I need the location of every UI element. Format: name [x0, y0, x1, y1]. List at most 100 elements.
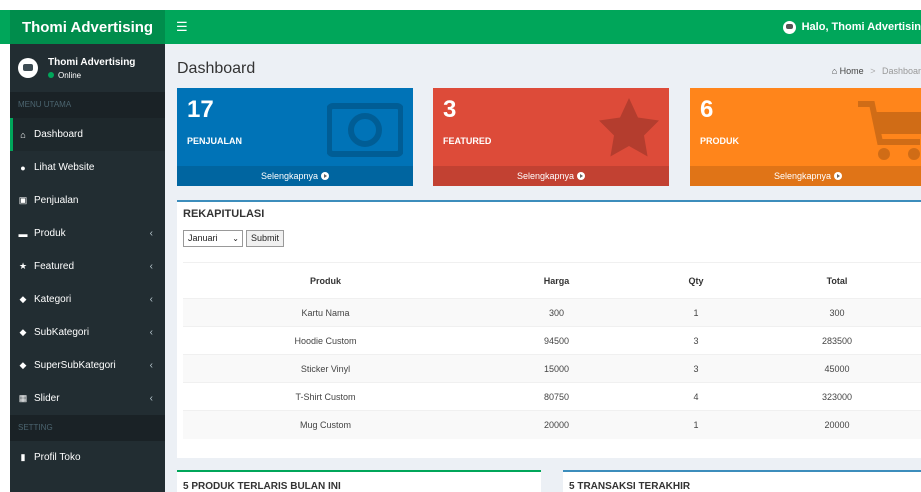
- building-icon: ▮: [20, 452, 26, 462]
- cell-harga: 80750: [468, 382, 645, 411]
- panel-title: 5 PRODUK TERLARIS BULAN INI: [183, 481, 341, 492]
- cart-icon: [858, 101, 921, 160]
- panel-title: REKAPITULASI: [183, 208, 265, 220]
- star-icon: ★: [18, 261, 28, 271]
- column-header-produk: Produk: [183, 262, 468, 299]
- sidebar-item-kategori[interactable]: ◆ Kategori ‹: [10, 283, 165, 316]
- main-content: Dashboard ⌂ Home > Dashboar 17 PENJUALAN…: [165, 44, 921, 492]
- chevron-left-icon: ‹: [149, 294, 153, 305]
- stat-value: 6: [700, 96, 714, 123]
- cell-produk: Hoodie Custom: [183, 326, 468, 355]
- cell-total: 323000: [747, 382, 921, 411]
- arrow-circle-right-icon: [321, 172, 330, 180]
- image-icon: ▦: [18, 393, 28, 403]
- stat-label: PENJUALAN: [187, 136, 243, 146]
- tag-icon: ◆: [19, 294, 27, 304]
- table-row: T-Shirt Custom 80750 4 323000: [183, 382, 921, 411]
- breadcrumb-home[interactable]: Home: [840, 66, 864, 76]
- panel-title: 5 TRANSAKSI TERAKHIR: [569, 481, 691, 492]
- column-header-harga: Harga: [468, 262, 645, 299]
- cell-harga: 300: [468, 298, 645, 327]
- cart-icon: ▬: [18, 228, 28, 239]
- hamburger-icon: ☰: [176, 19, 188, 34]
- chevron-left-icon: ‹: [149, 360, 153, 371]
- sidebar-item-supersubkategori[interactable]: ◆ SuperSubKategori ‹: [10, 349, 165, 382]
- user-status-label: Online: [58, 70, 82, 80]
- star-icon: [599, 98, 659, 157]
- chevron-left-icon: ‹: [149, 327, 153, 338]
- globe-icon: ●: [20, 162, 26, 173]
- money-icon: [327, 103, 403, 157]
- stat-box-produk: 6 PRODUK Selengkapnya: [690, 88, 921, 186]
- column-header-qty: Qty: [645, 262, 747, 299]
- sidebar-item-label: Lihat Website: [34, 162, 95, 173]
- sidebar-item-featured[interactable]: ★ Featured ‹: [10, 250, 165, 283]
- cell-qty: 3: [645, 326, 747, 355]
- online-dot-icon: [48, 72, 54, 78]
- stat-box-penjualan: 17 PENJUALAN Selengkapnya: [177, 88, 413, 186]
- sidebar-item-dashboard[interactable]: ⌂ Dashboard: [10, 118, 165, 151]
- user-avatar-icon: [782, 20, 796, 34]
- sidebar-item-label: Featured: [34, 261, 75, 272]
- arrow-circle-right-icon: [577, 172, 586, 180]
- user-panel: Thomi Advertising Online: [10, 44, 165, 92]
- sidebar-item-subkategori[interactable]: ◆ SubKategori ‹: [10, 316, 165, 349]
- sidebar: Thomi Advertising Online MENU UTAMA ⌂ Da…: [10, 44, 165, 492]
- sidebar-item-label: SuperSubKategori: [34, 360, 116, 371]
- cell-produk: Sticker Vinyl: [183, 354, 468, 383]
- recent-transactions-panel: 5 TRANSAKSI TERAKHIR: [563, 470, 921, 492]
- app-logo[interactable]: Thomi Advertising: [10, 10, 165, 44]
- stat-more-link[interactable]: Selengkapnya: [433, 166, 669, 186]
- section-setting: SETTING: [10, 415, 165, 441]
- stat-value: 17: [187, 96, 214, 123]
- cell-total: 45000: [747, 354, 921, 383]
- home-icon: ⌂: [20, 129, 26, 140]
- sidebar-item-profil-toko[interactable]: ▮ Profil Toko: [10, 441, 165, 474]
- submit-button[interactable]: Submit: [246, 230, 284, 247]
- cell-qty: 3: [645, 354, 747, 383]
- sidebar-toggle-button[interactable]: ☰: [176, 10, 188, 44]
- rekap-table: Produk Harga Qty Total Kartu Nama 300 1 …: [183, 262, 921, 439]
- money-icon: ▣: [18, 195, 28, 205]
- stat-more-label: Selengkapnya: [773, 171, 832, 181]
- sidebar-item-penjualan[interactable]: ▣ Penjualan: [10, 184, 165, 217]
- top-products-panel: 5 PRODUK TERLARIS BULAN INI: [177, 470, 541, 492]
- user-menu[interactable]: Halo, Thomi Advertisin: [782, 10, 921, 44]
- sidebar-item-label: SubKategori: [34, 327, 90, 338]
- chevron-left-icon: ‹: [149, 393, 153, 404]
- cell-total: 20000: [747, 410, 921, 439]
- tag-icon: ◆: [19, 327, 27, 337]
- breadcrumb: ⌂ Home > Dashboar: [831, 66, 921, 76]
- cell-harga: 94500: [468, 326, 645, 355]
- sidebar-item-lihat-website[interactable]: ● Lihat Website: [10, 151, 165, 184]
- stat-more-link[interactable]: Selengkapnya: [177, 166, 413, 186]
- stat-more-link[interactable]: Selengkapnya: [690, 166, 921, 186]
- sidebar-item-produk[interactable]: ▬ Produk ‹: [10, 217, 165, 250]
- sidebar-item-label: Dashboard: [34, 129, 83, 140]
- cell-harga: 15000: [468, 354, 645, 383]
- stat-label: FEATURED: [443, 136, 492, 146]
- user-status: Online: [48, 71, 135, 80]
- chevron-left-icon: ‹: [149, 261, 153, 272]
- table-row: Hoodie Custom 94500 3 283500: [183, 326, 921, 355]
- sidebar-item-label: Profil Toko: [34, 452, 81, 463]
- cell-harga: 20000: [468, 410, 645, 439]
- home-icon: ⌂: [831, 66, 838, 76]
- chevron-down-icon: ⌄: [232, 234, 239, 243]
- arrow-circle-right-icon: [834, 172, 843, 180]
- sidebar-item-slider[interactable]: ▦ Slider ‹: [10, 382, 165, 415]
- table-row: Mug Custom 20000 1 20000: [183, 410, 921, 439]
- table-row: Kartu Nama 300 1 300: [183, 298, 921, 327]
- month-select[interactable]: Januari ⌄: [183, 230, 243, 247]
- stat-box-featured: 3 FEATURED Selengkapnya: [433, 88, 669, 186]
- cell-total: 283500: [747, 326, 921, 355]
- cell-qty: 4: [645, 382, 747, 411]
- sidebar-item-label: Penjualan: [34, 195, 79, 206]
- table-header-row: Produk Harga Qty Total: [183, 262, 921, 299]
- breadcrumb-current: Dashboar: [881, 66, 921, 76]
- table-row: Sticker Vinyl 15000 3 45000: [183, 354, 921, 383]
- cell-produk: T-Shirt Custom: [183, 382, 468, 411]
- cell-qty: 1: [645, 410, 747, 439]
- sidebar-item-label: Produk: [34, 228, 66, 239]
- month-select-value: Januari: [188, 233, 218, 243]
